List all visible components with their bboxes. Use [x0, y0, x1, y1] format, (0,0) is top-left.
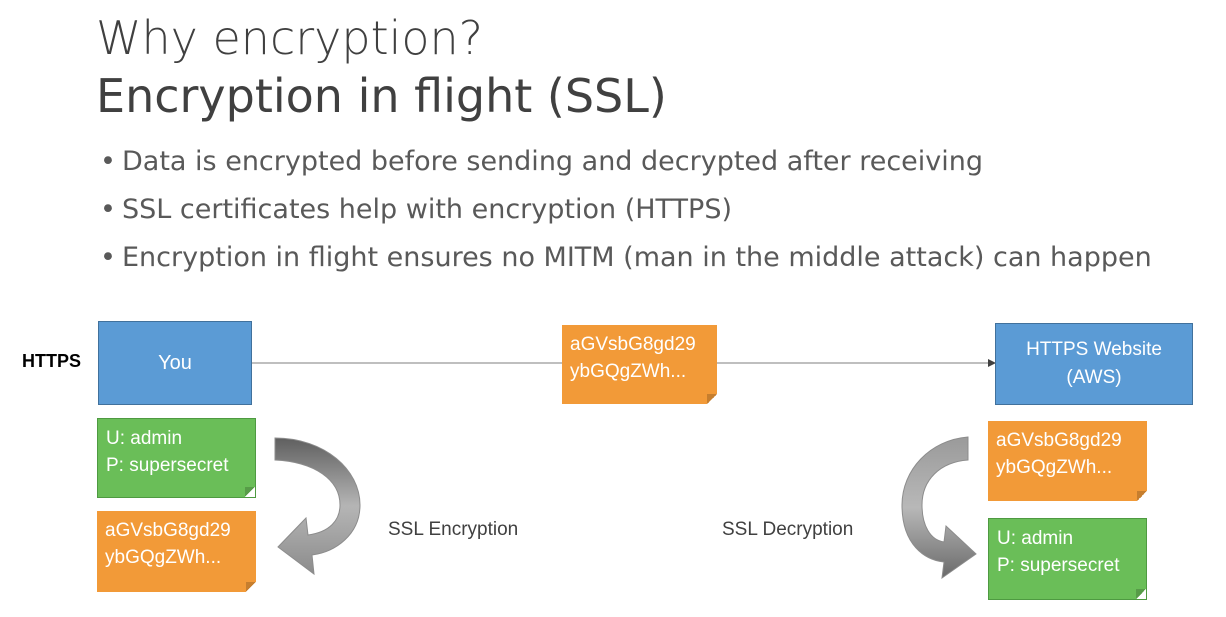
- ciphertext-line2: ybGQgZWh...: [996, 457, 1113, 478]
- https-label: HTTPS: [22, 351, 82, 371]
- credentials-password: P: supersecret: [106, 455, 229, 476]
- client-box-label: You: [158, 351, 192, 374]
- ciphertext-line1: aGVsbG8gd29: [570, 334, 696, 355]
- ciphertext-sender: aGVsbG8gd29 ybGQgZWh...: [97, 511, 256, 592]
- plaintext-credentials-sender: U: admin P: supersecret: [97, 418, 256, 498]
- ciphertext-line1: aGVsbG8gd29: [996, 430, 1122, 451]
- ciphertext-line1: aGVsbG8gd29: [105, 520, 231, 541]
- ssl-encryption-label: SSL Encryption: [388, 519, 519, 540]
- credentials-user: U: admin: [106, 428, 183, 449]
- server-box: HTTPS Website (AWS): [995, 323, 1193, 405]
- ciphertext-line2: ybGQgZWh...: [570, 361, 687, 382]
- plaintext-credentials-receiver: U: admin P: supersecret: [988, 518, 1147, 600]
- ciphertext-in-transit: aGVsbG8gd29 ybGQgZWh...: [562, 325, 717, 404]
- ciphertext-line2: ybGQgZWh...: [105, 547, 222, 568]
- credentials-user: U: admin: [997, 528, 1074, 549]
- server-box-label-line1: HTTPS Website: [1026, 339, 1162, 360]
- decryption-curved-arrow: [901, 436, 977, 580]
- ciphertext-receiver: aGVsbG8gd29 ybGQgZWh...: [988, 421, 1147, 501]
- server-box-label-line2: (AWS): [1066, 367, 1122, 388]
- encryption-curved-arrow: [274, 437, 361, 576]
- credentials-password: P: supersecret: [997, 555, 1120, 576]
- ssl-decryption-label: SSL Decryption: [722, 519, 854, 540]
- client-box: You: [98, 321, 252, 405]
